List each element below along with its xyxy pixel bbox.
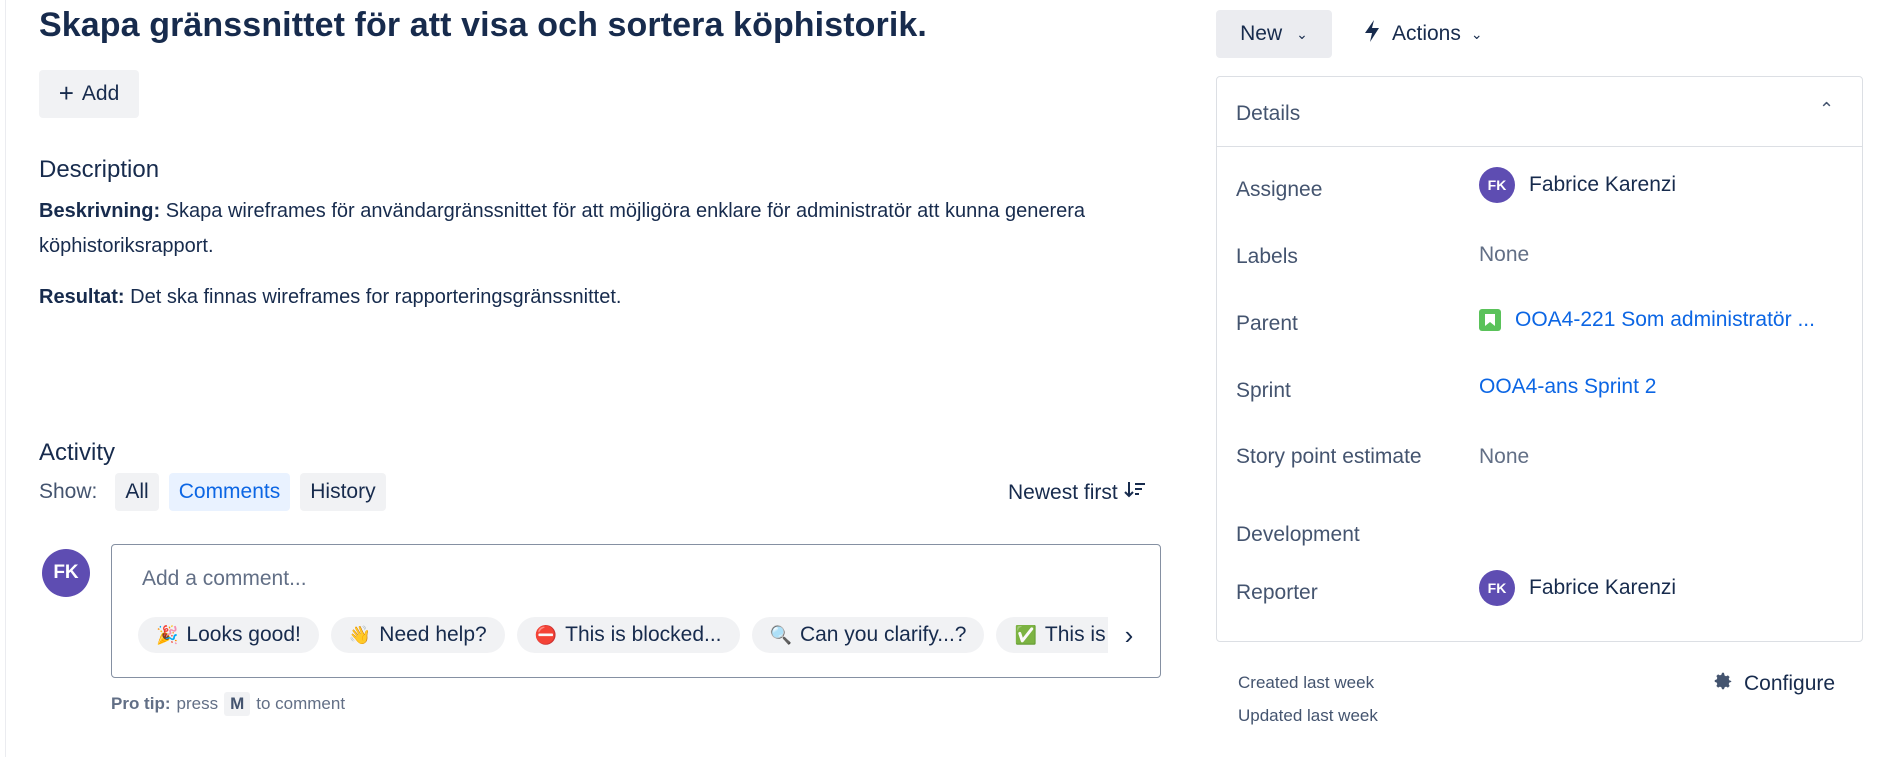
magnifier-icon: 🔍 — [769, 624, 792, 645]
description-label-beskrivning: Beskrivning: — [39, 200, 161, 222]
reporter-avatar: FK — [1479, 570, 1515, 606]
keyboard-shortcut-key: M — [224, 692, 251, 716]
gear-icon — [1712, 670, 1734, 698]
panel-left-edge — [0, 0, 6, 757]
parent-link[interactable]: OOA4-221 Som administratör ... — [1515, 308, 1815, 332]
status-dropdown[interactable]: New ⌄ — [1216, 10, 1332, 58]
plus-icon: + — [58, 78, 74, 108]
quick-reply-need-help[interactable]: 👋 Need help? — [330, 617, 505, 653]
activity-heading: Activity — [39, 439, 116, 466]
actions-dropdown[interactable]: Actions ⌄ — [1354, 10, 1491, 58]
chip-label: Can you clarify...? — [799, 623, 967, 646]
quick-reply-blocked[interactable]: ⛔ This is blocked... — [516, 617, 740, 653]
sort-descending-icon — [1123, 480, 1146, 506]
created-timestamp: Created last week — [1238, 673, 1375, 692]
current-user-avatar: FK — [42, 549, 90, 597]
development-label: Development — [1236, 523, 1360, 546]
details-title: Details — [1236, 102, 1301, 125]
pro-tip-suffix: to comment — [256, 694, 346, 713]
quick-reply-clarify[interactable]: 🔍 Can you clarify...? — [751, 617, 985, 653]
chevron-down-icon: ⌄ — [1470, 25, 1483, 42]
parent-value[interactable]: OOA4-221 Som administratör ... — [1479, 308, 1815, 332]
sort-order-label: Newest first — [1008, 481, 1118, 504]
assignee-value[interactable]: FK Fabrice Karenzi — [1479, 167, 1676, 203]
comment-editor[interactable]: Add a comment... 🎉 Looks good! 👋 Need help… — [111, 544, 1161, 678]
chip-label: This is on track — [1044, 623, 1108, 646]
quick-reply-looks-good[interactable]: 🎉 Looks good! — [138, 617, 319, 653]
pro-tip: Pro tip: press M to comment — [111, 692, 345, 716]
chip-label: Need help? — [379, 623, 487, 646]
chip-label: This is blocked... — [565, 623, 722, 646]
filter-history-button[interactable]: History — [300, 473, 386, 511]
issue-title[interactable]: Skapa gränssnittet för att visa och sort… — [39, 6, 927, 45]
assignee-avatar: FK — [1479, 167, 1515, 203]
parent-label: Parent — [1236, 312, 1298, 335]
chevron-down-icon: ⌄ — [1296, 25, 1308, 42]
actions-label: Actions — [1392, 22, 1461, 45]
sort-order-button[interactable]: Newest first — [1008, 476, 1146, 510]
description-text-2: Det ska finnas wireframes for rapporteri… — [124, 286, 622, 308]
quick-reply-chips: 🎉 Looks good! 👋 Need help? ⛔ This is blocke… — [138, 617, 1108, 655]
chevron-up-icon[interactable]: ⌃ — [1819, 99, 1834, 120]
add-button[interactable]: + Add — [39, 70, 139, 118]
filter-comments-button[interactable]: Comments — [168, 473, 291, 511]
activity-filter-bar: Show: All Comments History — [39, 473, 386, 511]
quick-reply-on-track[interactable]: ✅ This is on track — [996, 617, 1108, 653]
story-icon — [1479, 309, 1501, 331]
description-paragraph-2[interactable]: Resultat: Det ska finnas wireframes for … — [39, 282, 1159, 312]
status-label: New — [1240, 22, 1283, 45]
configure-button[interactable]: Configure — [1712, 670, 1835, 698]
reporter-value[interactable]: FK Fabrice Karenzi — [1479, 570, 1676, 606]
assignee-name: Fabrice Karenzi — [1529, 173, 1677, 196]
pro-tip-press: press — [176, 694, 219, 713]
details-header[interactable]: Details ⌃ — [1217, 77, 1862, 147]
description-heading: Description — [39, 156, 160, 183]
description-text-1: Skapa wireframes för användargränssnitte… — [39, 200, 1086, 257]
details-panel: Details ⌃ Assignee FK Fabrice Karenzi La… — [1216, 76, 1863, 642]
check-mark-icon: ✅ — [1014, 624, 1037, 645]
chip-label: Looks good! — [186, 623, 301, 646]
show-label: Show: — [39, 480, 98, 503]
story-point-label: Story point estimate — [1236, 445, 1422, 468]
updated-timestamp: Updated last week — [1238, 706, 1378, 725]
story-point-value[interactable]: None — [1479, 445, 1529, 469]
configure-label: Configure — [1744, 672, 1836, 695]
no-entry-icon: ⛔ — [534, 624, 558, 645]
add-button-label: Add — [81, 82, 120, 105]
reporter-name: Fabrice Karenzi — [1529, 576, 1677, 599]
lightning-icon — [1362, 19, 1382, 49]
description-label-resultat: Resultat: — [39, 286, 125, 308]
sprint-link[interactable]: OOA4-ans Sprint 2 — [1479, 375, 1656, 399]
pro-tip-label: Pro tip: — [111, 694, 171, 713]
assignee-label: Assignee — [1236, 178, 1323, 201]
chevron-right-icon[interactable]: › — [1111, 617, 1147, 653]
filter-all-button[interactable]: All — [115, 473, 159, 511]
reporter-label: Reporter — [1236, 581, 1318, 604]
description-paragraph-1[interactable]: Beskrivning: Skapa wireframes för använd… — [39, 194, 1159, 264]
sprint-label: Sprint — [1236, 379, 1291, 402]
labels-value[interactable]: None — [1479, 243, 1529, 267]
waving-hand-icon: 👋 — [348, 624, 372, 645]
comment-placeholder[interactable]: Add a comment... — [142, 567, 307, 591]
labels-label: Labels — [1236, 245, 1298, 268]
party-popper-icon: 🎉 — [156, 624, 179, 645]
